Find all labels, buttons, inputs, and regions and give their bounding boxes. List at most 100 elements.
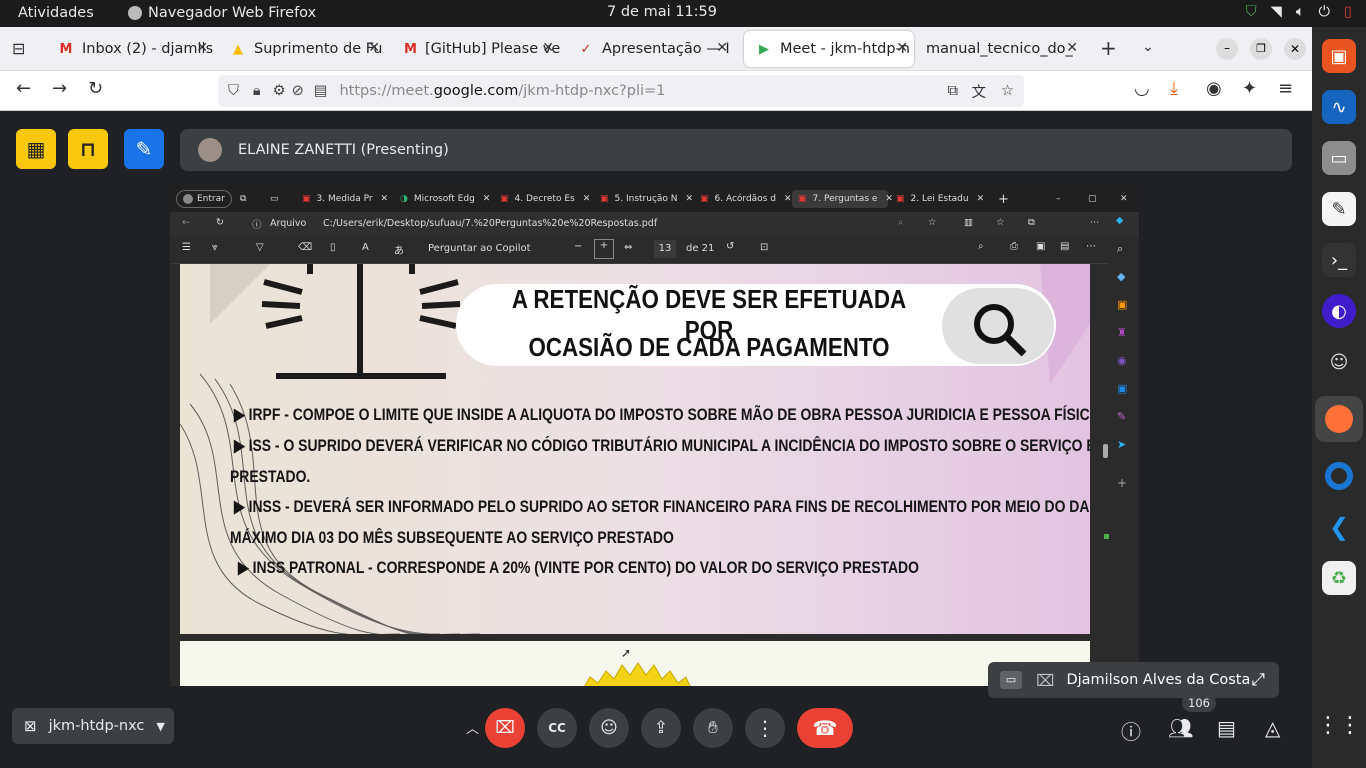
activities-icon[interactable]: ◬ [1265,716,1280,740]
edge-tab: ▣ 2. Lei Estadu ✕ [896,194,985,204]
save-as-icon: ▤ [1060,241,1070,252]
chrome-icon[interactable] [1322,459,1356,493]
bullet-iss-cont: PRESTADO. [230,467,311,486]
firefox-icon [128,6,142,20]
system-tray[interactable]: ⛉ ◥ 🔈︎ ⏻ ▯ [1246,4,1352,20]
gmail-icon: M [59,41,73,57]
view-icon: ▯ [330,242,336,253]
expand-icon[interactable]: ⤢ [1251,670,1265,690]
url-text[interactable]: https://meet.google.com/jkm-htdp-nxc?pli… [339,83,665,99]
next-pdf-page: ➚ [180,641,1090,686]
lock-icon[interactable]: 🔒︎ [253,83,261,99]
menu-icon[interactable]: ≡ [1278,78,1293,99]
clock[interactable]: 7 de mai 11:59 [607,4,717,20]
software-center-icon[interactable]: ▣ [1322,39,1356,73]
edge-tab: ▣ 4. Decreto Es ✕ [500,194,591,204]
tools-icon: ▣ [1117,298,1128,311]
edge-profile-label: Entrar [197,194,225,204]
trash-icon[interactable]: ♻ [1322,561,1356,595]
url-bar[interactable]: ⛉ 🔒︎ ⚙ ⊘ ▤ https://meet.google.com/jkm-h… [218,75,1024,107]
files-icon[interactable]: ▭ [1322,141,1356,175]
reload-button[interactable]: ↻ [88,78,103,99]
new-tab-button[interactable]: + [1100,36,1117,60]
workspaces-icon: ⧉ [240,194,247,204]
account-icon[interactable]: ◉ [1206,78,1222,99]
close-icon[interactable]: ✕ [368,40,380,56]
show-apps-icon[interactable]: ⋮⋮ [1317,708,1361,742]
present-screen-button[interactable]: ⇪ [641,708,681,748]
tab-gmail-inbox[interactable]: M Inbox (2) - djamils ✕ [46,31,214,67]
presenter-name: ELAINE ZANETTI (Presenting) [238,142,449,158]
camera-off-icon: ⌧ [1036,670,1055,690]
downloads-icon[interactable]: ⤓ [1170,78,1178,99]
close-icon[interactable]: ✕ [896,40,908,56]
layout-button[interactable]: ▦ [16,129,56,169]
reactions-button[interactable]: ☺ [589,708,629,748]
bullet-iss: ▶ ISS - O SUPRIDO DEVERÁ VERIFICAR NO CÓ… [234,436,1090,455]
address-text: C:/Users/erik/Desktop/sufuau/7.%20Pergun… [323,218,658,229]
fit-icon: ⇔ [624,242,633,253]
screen-share-icon[interactable]: ⧉ [948,83,958,99]
captions-button[interactable]: CC [537,708,577,748]
pocket-icon[interactable]: ◡ [1134,78,1150,99]
close-icon[interactable]: ✕ [1066,40,1078,56]
tab-overview-icon[interactable]: ⊟ [12,39,25,58]
close-icon[interactable]: ✕ [716,40,728,56]
annotate-button[interactable]: ✎ [124,129,164,169]
back-button[interactable]: ← [16,78,31,99]
reload-icon: ↻ [216,217,224,228]
close-window-button[interactable]: ✕ [1284,38,1306,60]
activities-button[interactable]: Atividades [18,5,94,21]
shield-icon[interactable]: ⛉ [228,83,239,99]
terminal-icon[interactable]: ›_ [1322,243,1356,277]
eclipse-icon[interactable]: ◐ [1322,294,1356,328]
chevron-up-icon[interactable]: ︿ [466,718,479,737]
chat-icon[interactable]: ▤ [1217,716,1236,740]
firefox-dock-icon[interactable] [1315,396,1363,442]
search-icon: ⌕ [1117,242,1124,255]
leave-room-button[interactable]: ⊓ [68,129,108,169]
raise-hand-button[interactable]: ✋︎ [693,708,733,748]
system-top-bar: Atividades Navegador Web Firefox 7 de ma… [0,0,1366,27]
reader-icon[interactable]: ▤ [314,83,328,99]
pin-tile-icon[interactable]: ▭ [1000,671,1022,689]
forward-button[interactable]: → [52,78,67,99]
print-icon: ⎙ [1010,241,1018,252]
people-icon[interactable]: 👥︎ [1168,716,1193,740]
tab-drive[interactable]: ▲ Suprimento de Fu ✕ [218,31,386,67]
chevron-down-icon: ▼ [156,719,165,733]
edge-tab: ▣ 5. Instrução N ✕ [600,194,694,204]
extensions-icon[interactable]: ✦ [1242,78,1257,99]
games-icon: ♜ [1117,326,1127,339]
camera-toggle-button[interactable]: ⌧ [485,708,525,748]
bookmark-star-icon[interactable]: ☆ [1001,83,1014,99]
vscode-icon[interactable]: ❮ [1322,510,1356,544]
page-view-icon: ⊡ [760,242,769,253]
app-menu[interactable]: Navegador Web Firefox [128,5,316,21]
collections-icon: ⧉ [1028,217,1035,228]
translate-icon[interactable]: 文 [972,81,987,102]
tab-apresentacao[interactable]: ✓ Apresentação — I ✕ [566,31,734,67]
leave-call-button[interactable]: ☎︎ [797,708,853,748]
text-editor-icon[interactable]: ✎ [1322,192,1356,226]
maximize-button[interactable]: ❐ [1250,38,1272,60]
favorite-icon: ☆ [928,217,937,228]
tab-meet[interactable]: ▶ Meet - jkm-htdp-n ✕ [744,31,914,67]
tab-github-mail[interactable]: M [GitHub] Please ve ✕ [392,31,560,67]
meeting-info-icon[interactable]: ⓘ [1121,716,1141,745]
permissions-icon[interactable]: ⚙ [273,83,286,99]
search-icon: ⌕ [978,241,984,252]
gimp-icon[interactable]: ☺ [1322,345,1356,379]
system-monitor-icon[interactable]: ∿ [1322,90,1356,124]
close-icon[interactable]: ✕ [196,40,208,56]
close-icon[interactable]: ✕ [542,40,554,56]
minimize-button[interactable]: – [1216,38,1238,60]
meeting-details-button[interactable]: ⊠ jkm-htdp-nxc ▼ [12,708,174,744]
tab-manual[interactable]: manual_tecnico_do_ ✕ [914,31,1084,67]
list-tabs-button[interactable]: ⌄ [1142,39,1154,55]
url-prefix: https://meet. [339,83,434,99]
contents-icon: ☰ [182,242,191,253]
more-options-button[interactable]: ⋮ [745,708,785,748]
camera-blocked-icon[interactable]: ⊘ [292,83,304,99]
self-view-tile[interactable]: ▭ ⌧ Djamilson Alves da Costa ⤢ [988,662,1279,698]
